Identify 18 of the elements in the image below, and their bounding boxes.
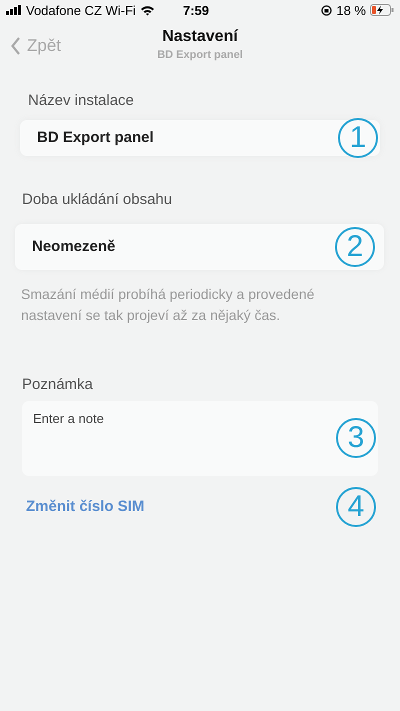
battery-icon	[370, 4, 394, 16]
callout-marker: 1	[338, 118, 378, 158]
rotation-lock-icon	[321, 4, 332, 16]
callout-marker: 3	[336, 418, 376, 458]
callout-marker: 4	[336, 487, 376, 527]
help-text: Smazání médií probíhá periodicky a provedené nastavení se tak projeví až za nějaký čas.	[21, 285, 316, 325]
screen-title: Nastavení	[162, 28, 238, 46]
carrier-name: Vodafone CZ Wi-Fi	[26, 2, 136, 18]
callout-marker: 2	[335, 227, 375, 267]
chevron-left-icon	[11, 37, 21, 55]
field-label: Název instalace	[28, 92, 135, 109]
field-label: Doba ukládání obsahu	[22, 191, 174, 208]
screen-subtitle: BD Export panel	[157, 49, 243, 61]
clock-time: 7:59	[183, 3, 210, 18]
signal-icon	[6, 5, 22, 15]
wifi-icon	[140, 4, 155, 16]
field-label: Poznámka	[22, 376, 94, 393]
battery-percent: 18 %	[336, 2, 366, 18]
